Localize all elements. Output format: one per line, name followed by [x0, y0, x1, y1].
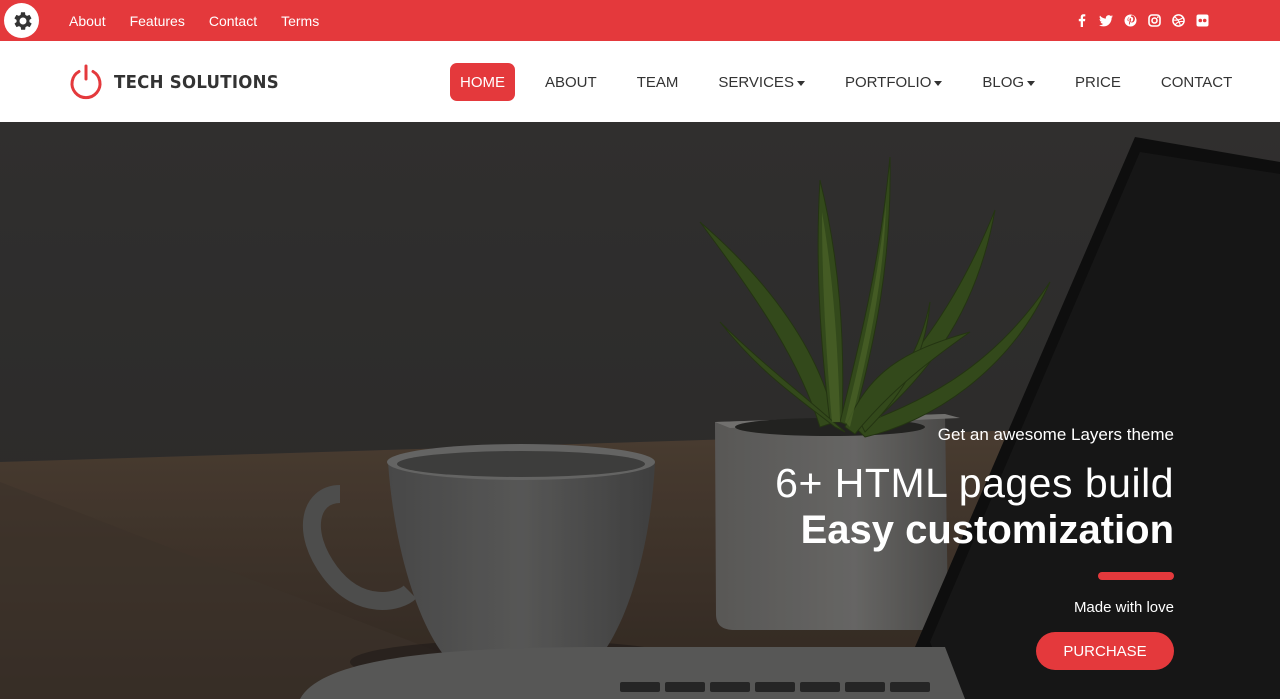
top-link-contact[interactable]: Contact — [197, 13, 269, 29]
top-bar: About Features Contact Terms — [0, 0, 1280, 41]
nav-label: ABOUT — [545, 73, 597, 91]
power-icon — [70, 64, 102, 100]
caret-down-icon — [934, 80, 943, 86]
nav-label: SERVICES — [718, 73, 794, 91]
instagram-icon[interactable] — [1147, 14, 1161, 28]
dribbble-icon[interactable] — [1171, 14, 1185, 28]
hero-divider — [1098, 572, 1174, 580]
settings-button[interactable] — [4, 3, 39, 38]
nav-item-price[interactable]: PRICE — [1055, 63, 1141, 101]
top-link-terms[interactable]: Terms — [269, 13, 331, 29]
hero-headline: 6+ HTML pages build — [775, 460, 1174, 506]
nav-item-about[interactable]: ABOUT — [525, 63, 617, 101]
nav-label: TEAM — [636, 73, 679, 91]
hero-section: Get an awesome Layers theme 6+ HTML page… — [0, 122, 1280, 699]
nav-item-portfolio[interactable]: PORTFOLIO — [825, 63, 962, 101]
nav-label: PRICE — [1075, 73, 1121, 91]
nav-label: CONTACT — [1160, 73, 1233, 91]
caret-down-icon — [1027, 80, 1036, 86]
nav-label: PORTFOLIO — [844, 73, 932, 91]
top-link-features[interactable]: Features — [118, 13, 197, 29]
purchase-button[interactable]: PURCHASE — [1036, 632, 1174, 670]
nav-item-home[interactable]: HOME — [450, 63, 515, 101]
hero-subtext: Made with love — [1073, 599, 1174, 616]
twitter-icon[interactable] — [1099, 14, 1113, 28]
nav-label: HOME — [460, 73, 505, 91]
main-nav: HOME ABOUT TEAM SERVICES PORTFOLIO BLOG … — [450, 63, 1252, 101]
logo[interactable]: TECH SOLUTIONS — [68, 64, 293, 100]
nav-label: BLOG — [982, 73, 1025, 91]
top-links: About Features Contact Terms — [57, 0, 331, 41]
logo-text: TECH SOLUTIONS — [114, 71, 279, 93]
pinterest-icon[interactable] — [1123, 14, 1137, 28]
nav-item-services[interactable]: SERVICES — [698, 63, 825, 101]
hero-tagline: Get an awesome Layers theme — [937, 425, 1174, 444]
flickr-icon[interactable] — [1195, 14, 1209, 28]
caret-down-icon — [796, 80, 805, 86]
gear-icon — [13, 11, 32, 30]
top-link-about[interactable]: About — [57, 13, 118, 29]
nav-item-blog[interactable]: BLOG — [962, 63, 1055, 101]
hero-headline-bold: Easy customization — [800, 508, 1174, 552]
social-links — [1075, 0, 1209, 41]
nav-item-contact[interactable]: CONTACT — [1141, 63, 1252, 101]
facebook-icon[interactable] — [1075, 14, 1089, 28]
main-header: TECH SOLUTIONS HOME ABOUT TEAM SERVICES … — [0, 41, 1280, 122]
nav-item-team[interactable]: TEAM — [617, 63, 699, 101]
